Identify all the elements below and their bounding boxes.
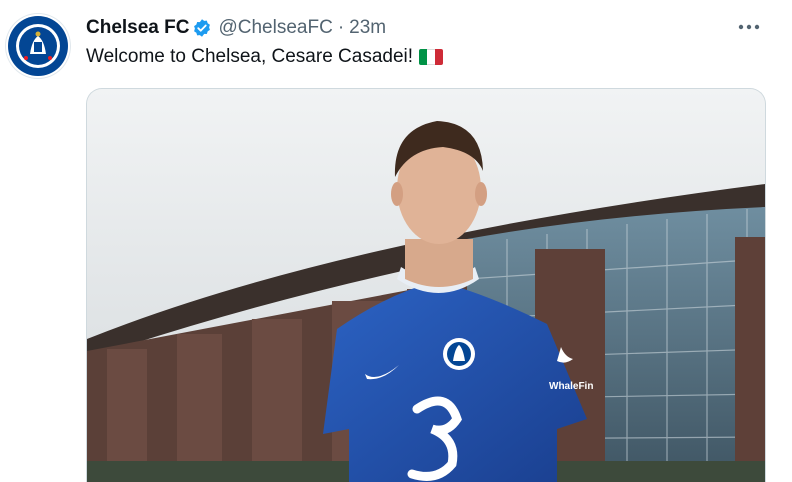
tweet-timestamp[interactable]: 23m (349, 17, 386, 39)
separator-dot: · (337, 17, 345, 38)
author-handle[interactable]: @ChelseaFC (218, 17, 332, 39)
more-options-button[interactable] (736, 14, 762, 40)
more-horizontal-icon (738, 24, 760, 30)
tweet-text: Welcome to Chelsea, Cesare Casadei! (86, 46, 444, 68)
tweet-text-content: Welcome to Chelsea, Cesare Casadei! (86, 46, 414, 67)
verified-badge-icon (192, 18, 212, 38)
italy-flag-icon (419, 49, 444, 65)
sleeve-sponsor-text: WhaleFin (549, 381, 593, 392)
tweet-header: Chelsea FC @ChelseaFC · 23m (86, 16, 386, 40)
chelsea-crest-icon (8, 16, 68, 76)
player-photo: WhaleFin (87, 89, 765, 482)
tweet-photo[interactable]: WhaleFin (86, 88, 766, 482)
author-name[interactable]: Chelsea FC (86, 17, 189, 39)
avatar[interactable] (6, 14, 70, 78)
